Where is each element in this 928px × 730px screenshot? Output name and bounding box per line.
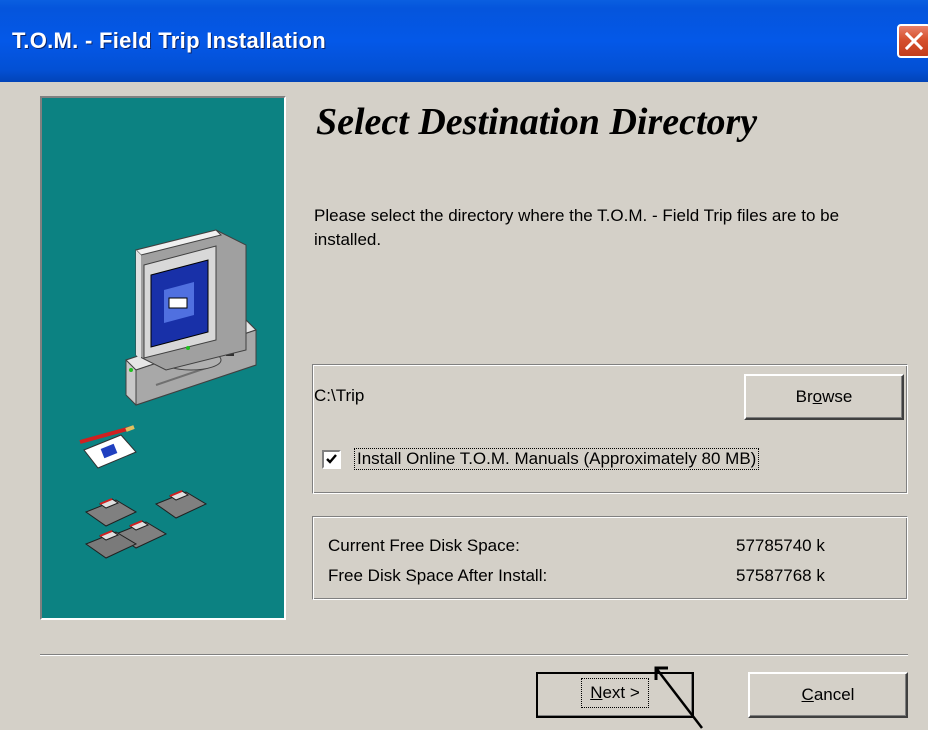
current-free-space-label: Current Free Disk Space: (328, 536, 520, 555)
next-button-label: Next > (581, 678, 649, 708)
close-button[interactable] (897, 24, 928, 58)
title-bar[interactable]: T.O.M. - Field Trip Installation (0, 0, 928, 82)
cancel-button[interactable]: Cancel (748, 672, 908, 718)
cancel-button-label: Cancel (801, 685, 855, 704)
check-mark-icon (326, 454, 337, 464)
close-icon (905, 32, 923, 50)
window-title: T.O.M. - Field Trip Installation (12, 28, 326, 53)
floppy-disks-icon (84, 490, 208, 559)
install-manuals-checkbox[interactable] (322, 450, 341, 469)
current-free-space-value: 57785740 k (736, 536, 825, 555)
setup-illustration-panel (40, 96, 286, 620)
after-install-space-label: Free Disk Space After Install: (328, 566, 548, 585)
after-install-space-value: 57587768 k (736, 566, 825, 585)
page-description: Please select the directory where the T.… (314, 206, 840, 249)
destination-path: C:\Trip (314, 386, 365, 405)
computer-illustration (79, 229, 257, 469)
install-manuals-label[interactable]: Install Online T.O.M. Manuals (Approxima… (354, 448, 760, 470)
mouse-pointer-icon (654, 666, 703, 729)
disk-space-group (312, 516, 908, 600)
browse-button[interactable]: Browse (744, 374, 904, 420)
page-heading: Select Destination Directory (316, 101, 758, 143)
browse-button-label: Browse (795, 387, 853, 406)
button-separator (40, 654, 908, 656)
